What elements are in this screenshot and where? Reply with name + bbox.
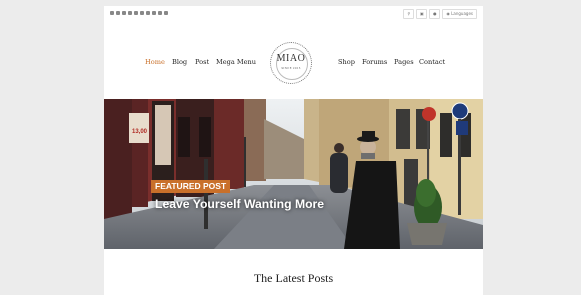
featured-hero[interactable]: 13,00 FEATURED POST Leave Yourself Wanti… <box>104 99 483 249</box>
flickr-icon[interactable] <box>140 11 144 15</box>
latest-posts-heading: The Latest Posts <box>253 271 334 285</box>
facebook-icon[interactable] <box>110 11 114 15</box>
cart-icon: ▣ <box>420 11 424 16</box>
nav-item-mega-menu[interactable]: Mega Menu <box>216 58 256 66</box>
language-label: Languages <box>451 11 473 16</box>
site-logo[interactable]: MIAO SINCE 2015 <box>270 42 312 84</box>
cart-button[interactable]: ▣ <box>416 9 428 19</box>
instagram-icon[interactable] <box>128 11 132 15</box>
search-icon: ⚲ <box>407 11 411 16</box>
nav-item-contact[interactable]: Contact <box>419 58 445 66</box>
page-container: ⚲ ▣ ● ◉ Languages Home Blog Post Mega Me… <box>104 6 483 295</box>
top-tools: ⚲ ▣ ● ◉ Languages <box>403 9 477 19</box>
github-icon[interactable] <box>164 11 168 15</box>
language-selector[interactable]: ◉ Languages <box>442 9 477 19</box>
nav-item-home[interactable]: Home <box>145 58 165 66</box>
search-button[interactable]: ⚲ <box>403 9 415 19</box>
main-navigation: Home Blog Post Mega Menu MIAO SINCE 2015… <box>104 42 483 86</box>
hero-sign-text: 13,00 <box>132 129 148 135</box>
nav-item-forums[interactable]: Forums <box>362 58 387 66</box>
vimeo-icon[interactable] <box>152 11 156 15</box>
nav-item-post[interactable]: Post <box>195 58 209 66</box>
logo-since: SINCE 2015 <box>281 67 301 70</box>
behance-icon[interactable] <box>146 11 150 15</box>
dribbble-icon[interactable] <box>158 11 162 15</box>
user-icon: ● <box>433 11 437 16</box>
nav-item-shop[interactable]: Shop <box>338 58 355 66</box>
globe-icon: ◉ <box>446 11 450 16</box>
twitter-icon[interactable] <box>116 11 120 15</box>
logo-wordmark: MIAO <box>276 53 306 64</box>
vine-icon[interactable] <box>122 11 126 15</box>
account-button[interactable]: ● <box>429 9 441 19</box>
tumblr-icon[interactable] <box>134 11 138 15</box>
social-links <box>110 11 168 15</box>
nav-item-blog[interactable]: Blog <box>172 58 187 66</box>
hero-post-title[interactable]: Leave Yourself Wanting More <box>155 197 324 211</box>
top-bar: ⚲ ▣ ● ◉ Languages <box>104 6 483 22</box>
featured-post-badge[interactable]: FEATURED POST <box>151 180 231 193</box>
hero-street-photo: 13,00 <box>104 99 483 249</box>
nav-item-pages[interactable]: Pages <box>394 58 414 66</box>
